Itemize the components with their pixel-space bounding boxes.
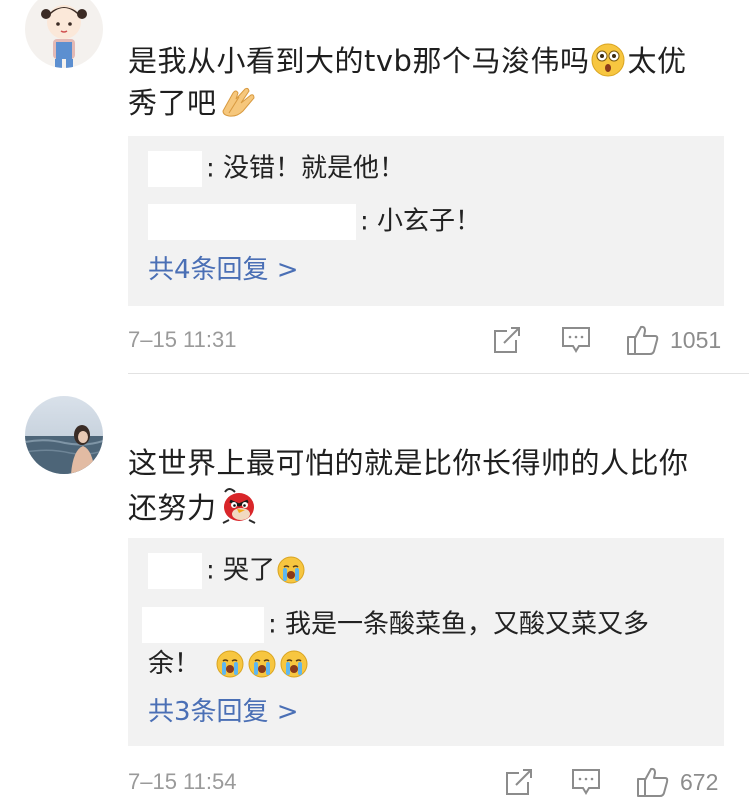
comment-icon — [560, 325, 592, 355]
reply-item: : 哭了 — [148, 552, 307, 589]
view-more-replies-link[interactable]: 共4条回复 > — [148, 252, 299, 288]
reply-author-name[interactable] — [148, 150, 202, 187]
reply-button[interactable] — [560, 320, 592, 360]
comment-text: 这世界上最可怕的就是比你长得帅的人比你 还努力 — [128, 442, 728, 529]
reply-text: : 小玄子！ — [360, 206, 482, 237]
reply-item: : 小玄子！ — [148, 203, 481, 240]
like-button[interactable]: 672 — [636, 762, 718, 802]
like-count: 1051 — [670, 326, 722, 353]
reply-preview-box[interactable]: : 哭了 : 我是一条酸菜鱼，又酸又菜又多 余！ 共3条回复 > — [128, 538, 724, 746]
comment-timestamp: 7–15 11:54 — [128, 769, 237, 794]
comment-divider — [128, 373, 749, 374]
clapping-hands-icon — [219, 85, 257, 119]
avatar[interactable] — [25, 396, 103, 474]
reply-item: : 没错！就是他！ — [148, 150, 405, 187]
crying-face-icon — [280, 650, 308, 678]
reply-item: : 我是一条酸菜鱼，又酸又菜又多 — [142, 606, 650, 643]
avatar[interactable] — [25, 0, 103, 68]
comment-text-line: 太优 — [627, 44, 687, 78]
comment-text-line: 还努力 — [128, 491, 217, 525]
reply-author-name[interactable] — [148, 552, 202, 589]
share-icon — [492, 325, 522, 355]
angry-red-bird-icon — [219, 484, 259, 524]
reply-author-name[interactable] — [148, 203, 356, 240]
like-button[interactable]: 1051 — [626, 320, 721, 360]
comment-icon — [570, 767, 602, 797]
share-button[interactable] — [492, 320, 522, 360]
comment-meta-row: 7–15 11:54 672 — [128, 762, 724, 802]
comment-item: 这世界上最可怕的就是比你长得帅的人比你 还努力 : 哭了: 我是一条酸菜鱼，又… — [0, 380, 749, 812]
view-more-replies-link[interactable]: 共3条回复 > — [148, 694, 299, 730]
reply-text: : 我是一条酸菜鱼，又酸又菜又多 — [268, 609, 650, 640]
share-icon — [504, 767, 534, 797]
comment-text-line: 这世界上最可怕的就是比你长得帅的人比你 — [128, 446, 689, 480]
comment-feed: 是我从小看到大的tvb那个马浚伟吗 太优 秀了吧 : 没错！就是他！: 小玄子… — [0, 0, 749, 812]
reply-author-name[interactable] — [142, 606, 264, 643]
comment-item: 是我从小看到大的tvb那个马浚伟吗 太优 秀了吧 : 没错！就是他！: 小玄子… — [0, 0, 749, 374]
crying-face-icon — [248, 650, 276, 678]
reply-text: : 哭了 — [206, 555, 276, 586]
reply-preview-box[interactable]: : 没错！就是他！ : 小玄子！ 共4条回复 > — [128, 136, 724, 306]
reply-text: : 没错！就是他！ — [206, 153, 406, 184]
reply-text: 余！ — [148, 649, 201, 679]
astonished-face-icon — [591, 43, 625, 77]
crying-face-icon — [277, 556, 305, 584]
comment-timestamp: 7–15 11:31 — [128, 327, 237, 352]
thumbs-up-icon — [626, 324, 660, 356]
comment-text: 是我从小看到大的tvb那个马浚伟吗 太优秀了吧 — [128, 40, 728, 124]
comment-text-line: 秀了吧 — [128, 86, 217, 120]
share-button[interactable] — [504, 762, 534, 802]
comment-text-line: 是我从小看到大的tvb那个马浚伟吗 — [128, 44, 590, 78]
like-count: 672 — [680, 768, 719, 795]
crying-face-icon — [216, 650, 244, 678]
reply-button[interactable] — [570, 762, 602, 802]
reply-text-continuation: 余！ — [148, 646, 310, 682]
thumbs-up-icon — [636, 766, 670, 798]
comment-meta-row: 7–15 11:31 1051 — [128, 320, 724, 360]
